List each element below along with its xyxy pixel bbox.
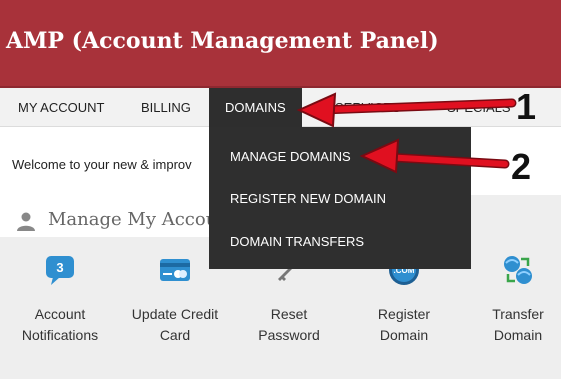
app-header: AMP (Account Management Panel) <box>0 0 561 88</box>
tile-transfer-domain[interactable]: Transfer Domain <box>463 253 561 346</box>
domains-dropdown-menu: MANAGE DOMAINS REGISTER NEW DOMAIN DOMAI… <box>209 127 471 269</box>
nav-billing[interactable]: BILLING <box>141 88 191 127</box>
main-navbar: MY ACCOUNT BILLING DOMAINS SERVICES SPEC… <box>0 88 561 127</box>
welcome-text: Welcome to your new & improv <box>12 157 192 172</box>
nav-specials[interactable]: SPECIALS <box>447 88 511 127</box>
tile-label: Update Credit Card <box>131 306 219 343</box>
user-icon <box>17 212 35 231</box>
notification-bubble-icon: 3 <box>46 256 74 285</box>
menu-item-manage-domains[interactable]: MANAGE DOMAINS <box>230 149 351 164</box>
menu-item-register-new-domain[interactable]: REGISTER NEW DOMAIN <box>230 191 386 206</box>
menu-item-domain-transfers[interactable]: DOMAIN TRANSFERS <box>230 234 364 249</box>
callout-number-1: 1 <box>516 86 537 127</box>
tile-label: Reset Password <box>258 306 320 343</box>
tile-label: Transfer Domain <box>492 306 544 343</box>
panel-title: Manage My Account <box>48 209 237 230</box>
tile-label: Account Notifications <box>21 306 99 343</box>
tile-account-notifications[interactable]: 3 Account Notifications <box>5 253 115 346</box>
tile-label: Register Domain <box>377 306 431 343</box>
app-title: AMP (Account Management Panel) <box>6 28 439 54</box>
callout-number-2: 2 <box>511 146 532 187</box>
globes-transfer-icon <box>504 256 532 284</box>
credit-card-icon <box>160 259 190 281</box>
panel-header: Manage My Account <box>0 195 240 237</box>
nav-my-account[interactable]: MY ACCOUNT <box>18 88 104 127</box>
nav-services[interactable]: SERVICES <box>335 88 401 127</box>
notification-count: 3 <box>56 260 63 275</box>
nav-domains[interactable]: DOMAINS <box>209 88 302 127</box>
